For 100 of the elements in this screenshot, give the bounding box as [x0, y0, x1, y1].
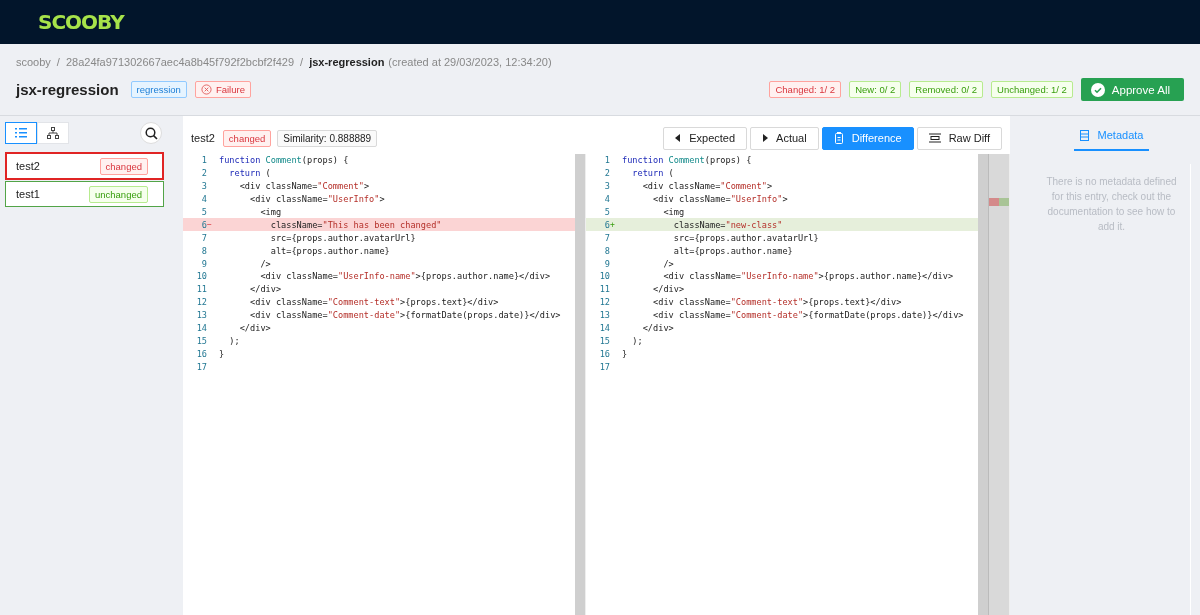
line-number: 9 [603, 258, 610, 269]
line-number: 11 [598, 284, 610, 295]
code-line: alt={props.author.name} [672, 245, 793, 256]
view-tab[interactable]: Raw Diff [916, 126, 1002, 150]
view-tab[interactable]: Actual [750, 126, 819, 150]
line-number: 16 [598, 348, 610, 359]
line-number: 6 [603, 219, 610, 230]
code-line: <div className="Comment-text">{props.text}</div> [249, 297, 499, 308]
code-line: ); [631, 335, 643, 346]
code-line: </div> [238, 323, 271, 333]
line-number: 7 [603, 232, 610, 243]
code-line: <div className="UserInfo"> [652, 194, 788, 205]
code-line: <div className="UserInfo-name">{props.author.name}</div> [662, 271, 954, 282]
document-icon [1079, 129, 1089, 141]
hierarchy-icon [47, 127, 59, 139]
line-number: 12 [598, 297, 610, 308]
error-icon [200, 84, 212, 95]
breadcrumb-item: jsx-regression [309, 56, 385, 68]
code-line: /> [662, 258, 674, 269]
status-tag: changed [222, 129, 272, 147]
count-tag: Changed: 1/ 2 [769, 81, 842, 98]
line-number: 16 [195, 348, 207, 359]
status-label: Failure [215, 84, 245, 95]
line-number: 11 [195, 284, 207, 295]
code-line: </div> [249, 284, 282, 295]
line-number: 3 [200, 181, 207, 192]
search-button[interactable] [140, 122, 162, 144]
lines-icon [928, 133, 941, 143]
scrollbar[interactable] [978, 154, 988, 615]
code-line: <div className="Comment-text">{props.text}</div> [652, 297, 902, 308]
line-number: 2 [200, 168, 207, 179]
view-tab[interactable]: Expected [663, 126, 748, 150]
code-line: function Comment(props) { [622, 155, 752, 166]
line-number: 13 [195, 310, 207, 321]
created-date: (created at 29/03/2023, 12:34:20) [388, 56, 552, 68]
line-number: 14 [598, 323, 610, 333]
code-line: src={props.author.avatarUrl} [269, 232, 416, 243]
line-number: 1 [200, 155, 207, 166]
test-entry[interactable]: test1 unchanged [5, 181, 164, 207]
line-number: 8 [200, 245, 207, 256]
line-number: 14 [195, 323, 207, 333]
code-line: <img [259, 207, 282, 217]
diff-marker: + [610, 220, 615, 230]
caret-left-icon [675, 134, 682, 142]
logo[interactable]: SCOOBY [38, 10, 124, 34]
line-number: 17 [195, 361, 207, 372]
line-number: 17 [598, 361, 610, 372]
line-number: 1 [603, 155, 610, 166]
code-line: function Comment(props) { [219, 155, 349, 166]
line-number: 15 [598, 335, 610, 346]
code-line: <div className="UserInfo-name">{props.author.name}</div> [259, 271, 551, 282]
line-number: 2 [603, 168, 610, 179]
diff-marker: − [207, 220, 212, 230]
line-number: 10 [598, 271, 610, 282]
line-number: 3 [603, 181, 610, 192]
line-number: 4 [200, 194, 207, 205]
line-number: 12 [195, 297, 207, 308]
line-number: 7 [200, 232, 207, 243]
code-line: ); [228, 335, 240, 346]
code-line: } [219, 348, 225, 359]
line-number: 6 [200, 219, 207, 230]
code-line: return ( [228, 168, 271, 179]
count-tag: New: 0/ 2 [849, 81, 902, 98]
code-line: <img [662, 207, 685, 217]
change-marker [989, 198, 1009, 206]
check-circle-icon [1090, 82, 1105, 97]
search-icon [144, 126, 158, 140]
code-line: </div> [652, 284, 685, 295]
caret-right-icon [762, 134, 769, 142]
scrollbar[interactable] [575, 154, 585, 615]
code-line: } [622, 348, 628, 359]
line-number: 15 [195, 335, 207, 346]
similarity-tag: Similarity: 0.888889 [277, 129, 378, 147]
list-icon [15, 128, 27, 138]
code-line: className="This has been changed" [269, 219, 442, 230]
breadcrumb-separator: / [56, 56, 60, 68]
code-line: <div className="Comment-date">{formatDate(props.date)}</div> [652, 310, 964, 321]
line-number: 10 [195, 271, 207, 282]
line-number: 5 [200, 207, 207, 217]
document-icon [833, 132, 844, 144]
line-number: 5 [603, 207, 610, 217]
code-line: return ( [631, 168, 674, 179]
test-entry[interactable]: test2 changed [5, 152, 164, 180]
line-number: 8 [603, 245, 610, 256]
breadcrumb-separator: / [300, 56, 304, 68]
count-tag: Removed: 0/ 2 [909, 81, 984, 98]
tree-view-button[interactable] [37, 122, 69, 144]
line-number: 9 [200, 258, 207, 269]
code-line: <div className="UserInfo"> [249, 194, 385, 205]
code-line: /> [259, 258, 271, 269]
type-tag: regression [130, 81, 187, 98]
code-line: </div> [641, 323, 674, 333]
code-line: src={props.author.avatarUrl} [672, 232, 819, 243]
code-line: className="new-class" [672, 219, 783, 230]
test-name: test2 [191, 132, 215, 144]
code-line: <div className="Comment-date">{formatDate(props.date)}</div> [249, 310, 561, 321]
code-line: <div className="Comment"> [238, 181, 370, 192]
line-number: 13 [598, 310, 610, 321]
code-line: <div className="Comment"> [641, 181, 773, 192]
count-tag: Unchanged: 1/ 2 [991, 81, 1073, 98]
